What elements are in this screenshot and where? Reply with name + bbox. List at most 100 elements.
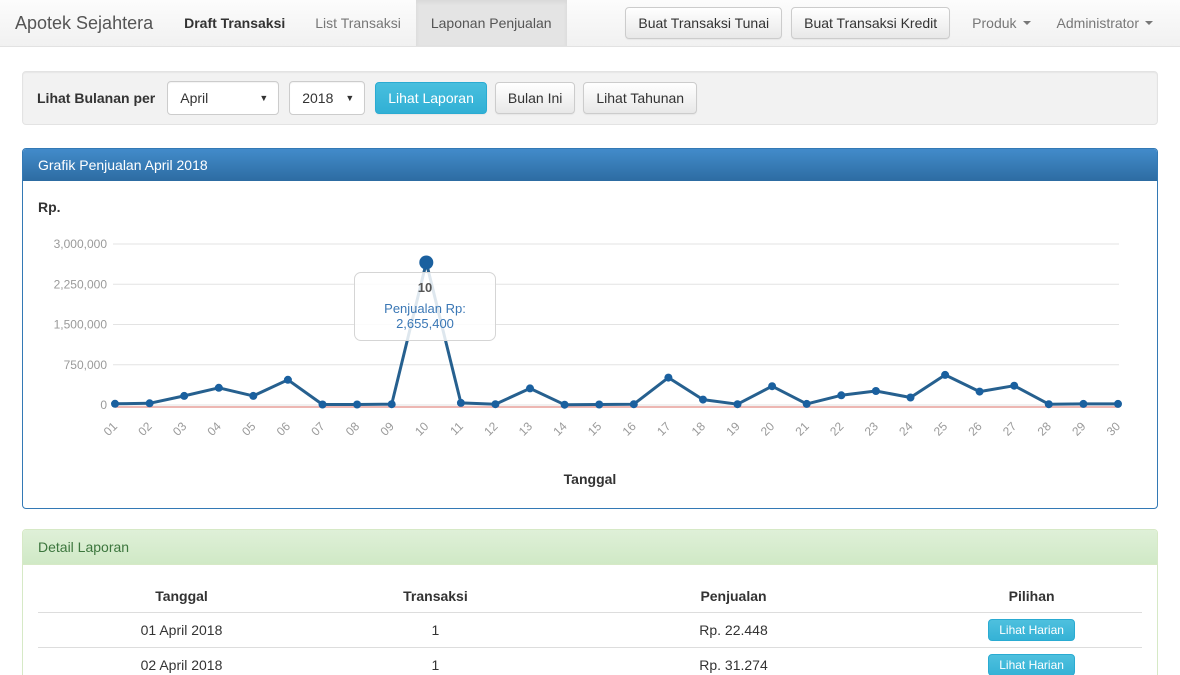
sales-line-chart[interactable]: Rp. 3,000,0002,250,0001,500,000750,00000… (23, 181, 1157, 508)
cell-penjualan: Rp. 22.448 (546, 613, 921, 648)
x-tick-label: 24 (896, 419, 916, 439)
sales-chart-panel: Grafik Penjualan April 2018 Rp. 3,000,00… (22, 148, 1158, 509)
x-axis-title: Tanggal (23, 471, 1157, 487)
caret-down-icon (1023, 21, 1031, 25)
x-tick-label: 15 (585, 419, 605, 439)
buat-transaksi-kredit-button[interactable]: Buat Transaksi Kredit (791, 7, 950, 39)
data-point-day-25[interactable] (941, 371, 949, 379)
lihat-tahunan-button[interactable]: Lihat Tahunan (583, 82, 697, 114)
y-tick-label: 750,000 (64, 358, 108, 372)
data-point-day-03[interactable] (180, 392, 188, 400)
x-tick-label: 10 (412, 419, 432, 439)
tooltip-day: 10 (359, 280, 491, 295)
data-point-day-19[interactable] (734, 400, 742, 408)
chart-panel-title: Grafik Penjualan April 2018 (23, 149, 1157, 181)
cell-pilihan: Lihat Harian (921, 648, 1142, 675)
y-tick-label: 3,000,000 (54, 237, 108, 251)
data-point-day-29[interactable] (1079, 400, 1087, 408)
data-point-day-01[interactable] (111, 400, 119, 408)
month-select[interactable]: April ▼ (167, 81, 279, 115)
produk-dropdown-label: Produk (972, 15, 1016, 31)
x-tick-label: 05 (239, 419, 259, 439)
x-tick-label: 20 (758, 419, 778, 439)
x-tick-label: 30 (1104, 419, 1124, 439)
data-point-day-02[interactable] (146, 399, 154, 407)
detail-panel-title: Detail Laporan (23, 530, 1157, 565)
year-select[interactable]: 2018 ▼ (289, 81, 365, 115)
x-tick-label: 16 (620, 419, 640, 439)
x-tick-label: 08 (343, 419, 363, 439)
x-tick-label: 13 (516, 419, 536, 439)
data-point-day-07[interactable] (319, 401, 327, 409)
data-point-day-14[interactable] (561, 401, 569, 409)
nav-tabs: Draft TransaksiList TransaksiLaponan Pen… (169, 0, 566, 46)
x-tick-label: 22 (827, 419, 847, 439)
x-tick-label: 29 (1069, 419, 1089, 439)
data-point-day-18[interactable] (699, 396, 707, 404)
x-tick-label: 25 (931, 419, 951, 439)
x-tick-label: 01 (101, 419, 121, 439)
nav-tab-laponan-penjualan[interactable]: Laponan Penjualan (416, 0, 567, 46)
produk-dropdown[interactable]: Produk (959, 15, 1043, 31)
data-point-day-09[interactable] (388, 400, 396, 408)
cell-transaksi: 1 (325, 613, 546, 648)
data-point-day-11[interactable] (457, 399, 465, 407)
x-tick-label: 04 (205, 419, 225, 439)
data-point-day-24[interactable] (907, 394, 915, 402)
lihat-harian-button[interactable]: Lihat Harian (988, 654, 1075, 675)
data-point-day-04[interactable] (215, 384, 223, 392)
data-point-day-27[interactable] (1010, 382, 1018, 390)
data-point-day-20[interactable] (768, 382, 776, 390)
administrator-dropdown[interactable]: Administrator (1044, 15, 1166, 31)
data-point-day-08[interactable] (353, 401, 361, 409)
data-point-day-28[interactable] (1045, 400, 1053, 408)
data-point-day-21[interactable] (803, 400, 811, 408)
buat-transaksi-tunai-button[interactable]: Buat Transaksi Tunai (625, 7, 782, 39)
nav-tab-draft-transaksi[interactable]: Draft Transaksi (169, 0, 300, 46)
lihat-harian-button[interactable]: Lihat Harian (988, 619, 1075, 641)
x-tick-label: 06 (274, 419, 294, 439)
x-tick-label: 12 (481, 419, 501, 439)
lihat-laporan-button[interactable]: Lihat Laporan (375, 82, 487, 114)
data-point-day-26[interactable] (976, 388, 984, 396)
data-point-day-13[interactable] (526, 384, 534, 392)
data-point-day-22[interactable] (837, 391, 845, 399)
tooltip-value: Penjualan Rp: 2,655,400 (359, 301, 491, 331)
chart-canvas[interactable]: 3,000,0002,250,0001,500,000750,000001020… (23, 181, 1157, 466)
report-filter-bar: Lihat Bulanan per April ▼ 2018 ▼ Lihat L… (22, 71, 1158, 125)
column-header-penjualan: Penjualan (546, 580, 921, 613)
navbar-right: Buat Transaksi Tunai Buat Transaksi Kredi… (625, 0, 1180, 46)
data-point-day-05[interactable] (249, 392, 257, 400)
data-point-day-15[interactable] (595, 401, 603, 409)
x-tick-label: 07 (308, 419, 328, 439)
table-row: 01 April 20181Rp. 22.448Lihat Harian (38, 613, 1142, 648)
cell-penjualan: Rp. 31.274 (546, 648, 921, 675)
chart-tooltip: 10 Penjualan Rp: 2,655,400 (354, 272, 496, 341)
y-tick-label: 2,250,000 (54, 277, 108, 291)
data-point-day-17[interactable] (664, 374, 672, 382)
chevron-down-icon: ▼ (259, 93, 268, 103)
data-point-day-23[interactable] (872, 387, 880, 395)
month-select-value: April (180, 90, 208, 106)
filter-label: Lihat Bulanan per (37, 90, 155, 106)
cell-transaksi: 1 (325, 648, 546, 675)
data-point-day-12[interactable] (491, 400, 499, 408)
x-tick-label: 27 (1000, 419, 1020, 439)
column-header-transaksi: Transaksi (325, 580, 546, 613)
data-point-day-16[interactable] (630, 400, 638, 408)
data-point-day-06[interactable] (284, 376, 292, 384)
x-tick-label: 14 (550, 419, 570, 439)
bulan-ini-button[interactable]: Bulan Ini (495, 82, 575, 114)
data-point-day-30[interactable] (1114, 400, 1122, 408)
app-brand[interactable]: Apotek Sejahtera (0, 0, 169, 46)
nav-tab-list-transaksi[interactable]: List Transaksi (300, 0, 416, 46)
data-point-day-10[interactable] (419, 256, 433, 270)
cell-tanggal: 02 April 2018 (38, 648, 325, 675)
y-tick-label: 1,500,000 (54, 318, 108, 332)
year-select-value: 2018 (302, 90, 333, 106)
x-tick-label: 17 (654, 419, 674, 439)
caret-down-icon (1145, 21, 1153, 25)
detail-panel-body: TanggalTransaksiPenjualanPilihan 01 Apri… (23, 565, 1157, 675)
x-tick-label: 11 (447, 419, 466, 438)
column-header-pilihan: Pilihan (921, 580, 1142, 613)
